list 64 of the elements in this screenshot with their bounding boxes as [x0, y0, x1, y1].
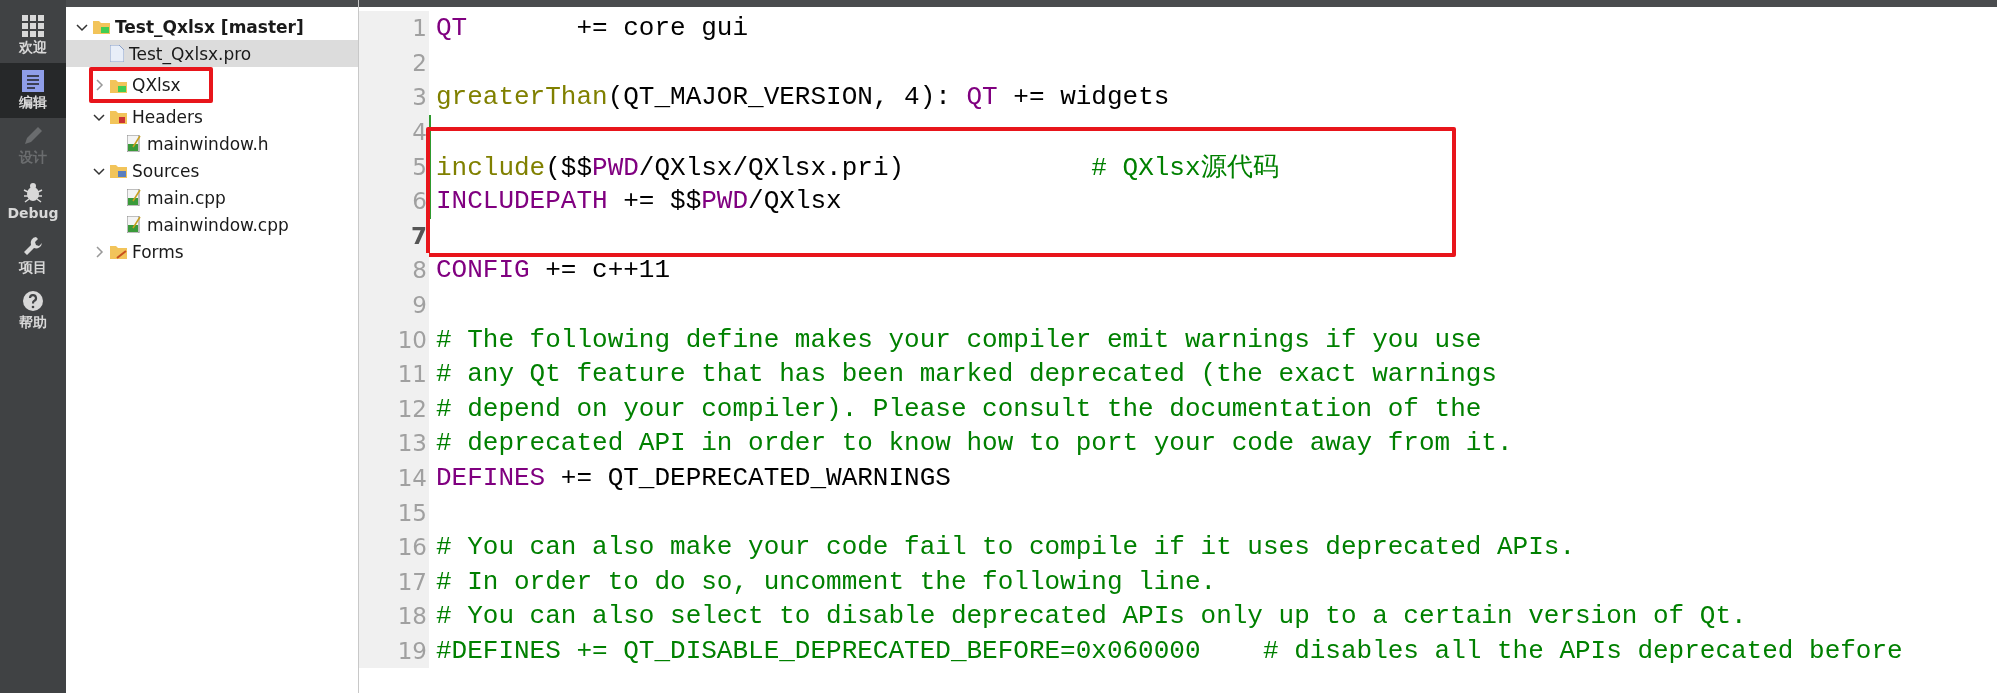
line-number: 3	[359, 80, 429, 115]
wrench-icon	[22, 234, 44, 257]
tree-item[interactable]: QXlsx	[66, 67, 358, 103]
code-line: DEFINES += QT_DEPRECATED_WARNINGS	[436, 463, 951, 493]
line-number: 5	[359, 149, 429, 184]
pencil-icon	[22, 124, 44, 147]
line-number: 12	[359, 391, 429, 427]
code-line: greaterThan(QT_MAJOR_VERSION, 4): QT += widgets	[436, 82, 1170, 113]
mode-button[interactable]: 帮助	[0, 283, 66, 338]
tree-item[interactable]: Headers	[66, 103, 358, 130]
line-number: 9	[359, 287, 429, 323]
line-number: 15	[359, 495, 429, 530]
line-number: 6	[359, 183, 429, 219]
folder-icon	[110, 109, 127, 124]
line-number: 8	[359, 253, 429, 288]
line-number: 7	[359, 218, 429, 254]
code-line: # deprecated API in order to know how to port your code away from it.	[436, 428, 1513, 459]
line-number: 18	[359, 599, 429, 634]
chevron-right-icon[interactable]	[93, 79, 105, 91]
code-line: include($$PWD/QXlsx/QXlsx.pri) # QXlsx源代码	[436, 152, 1279, 185]
line-number: 11	[359, 356, 429, 392]
grid-icon	[22, 14, 44, 37]
bug-icon	[22, 180, 44, 203]
code-line: # You can also select to disable deprecated APIs only up to a certain version of Qt.	[436, 601, 1747, 632]
folder-icon	[110, 244, 127, 259]
line-number: 10	[359, 322, 429, 357]
line-number: 2	[359, 45, 429, 81]
code-line: CONFIG += c++11	[436, 255, 671, 286]
help-icon	[22, 289, 44, 312]
tree-item[interactable]: mainwindow.cpp	[66, 211, 358, 238]
tree-item[interactable]: mainwindow.h	[66, 130, 358, 157]
code-line: # In order to do so, uncomment the following line.	[436, 566, 1217, 597]
line-number: 17	[359, 564, 429, 600]
project-folder-icon	[110, 77, 127, 93]
line-number: 16	[359, 529, 429, 565]
line-number: 4	[359, 114, 429, 150]
line-number: 14	[359, 460, 429, 496]
tree-item[interactable]: Forms	[66, 238, 358, 265]
chevron-right-icon[interactable]	[93, 245, 105, 258]
tree-item[interactable]: Test_Qxlsx.pro	[66, 40, 358, 67]
line-number: 13	[359, 426, 429, 461]
source-file-icon	[127, 216, 142, 233]
tree-item[interactable]: Test_Qxlsx [master]	[66, 13, 358, 40]
tree-item[interactable]: main.cpp	[66, 184, 358, 211]
code-line: QT += core gui	[436, 13, 749, 44]
source-file-icon	[127, 189, 142, 206]
line-number: 1	[359, 11, 429, 46]
code-line: # any Qt feature that has been marked deprecated (the exact warnings	[436, 359, 1497, 390]
mode-button[interactable]: 编辑	[0, 63, 66, 118]
project-folder-icon	[93, 19, 110, 34]
code-line: INCLUDEPATH += $$PWD/QXlsx	[436, 186, 842, 217]
file-icon	[110, 45, 124, 62]
source-file-icon	[127, 135, 142, 152]
code-line: #DEFINES += QT_DISABLE_DEPRECATED_BEFORE=0x060000 # disables all the APIs deprecated before	[436, 636, 1903, 666]
code-line: # The following define makes your compiler emit warnings if you use	[436, 324, 1482, 355]
document-icon	[22, 69, 44, 92]
code-line: # depend on your compiler). Please consult the documentation of the	[436, 393, 1482, 424]
line-number: 19	[359, 633, 429, 669]
code-line: # You can also make your code fail to compile if it uses deprecated APIs.	[436, 532, 1575, 563]
mode-button[interactable]: 欢迎	[0, 8, 66, 63]
mode-button[interactable]: Debug	[0, 173, 66, 228]
tree-item[interactable]: Sources	[66, 157, 358, 184]
folder-icon	[110, 163, 127, 178]
mode-button[interactable]: 项目	[0, 228, 66, 283]
